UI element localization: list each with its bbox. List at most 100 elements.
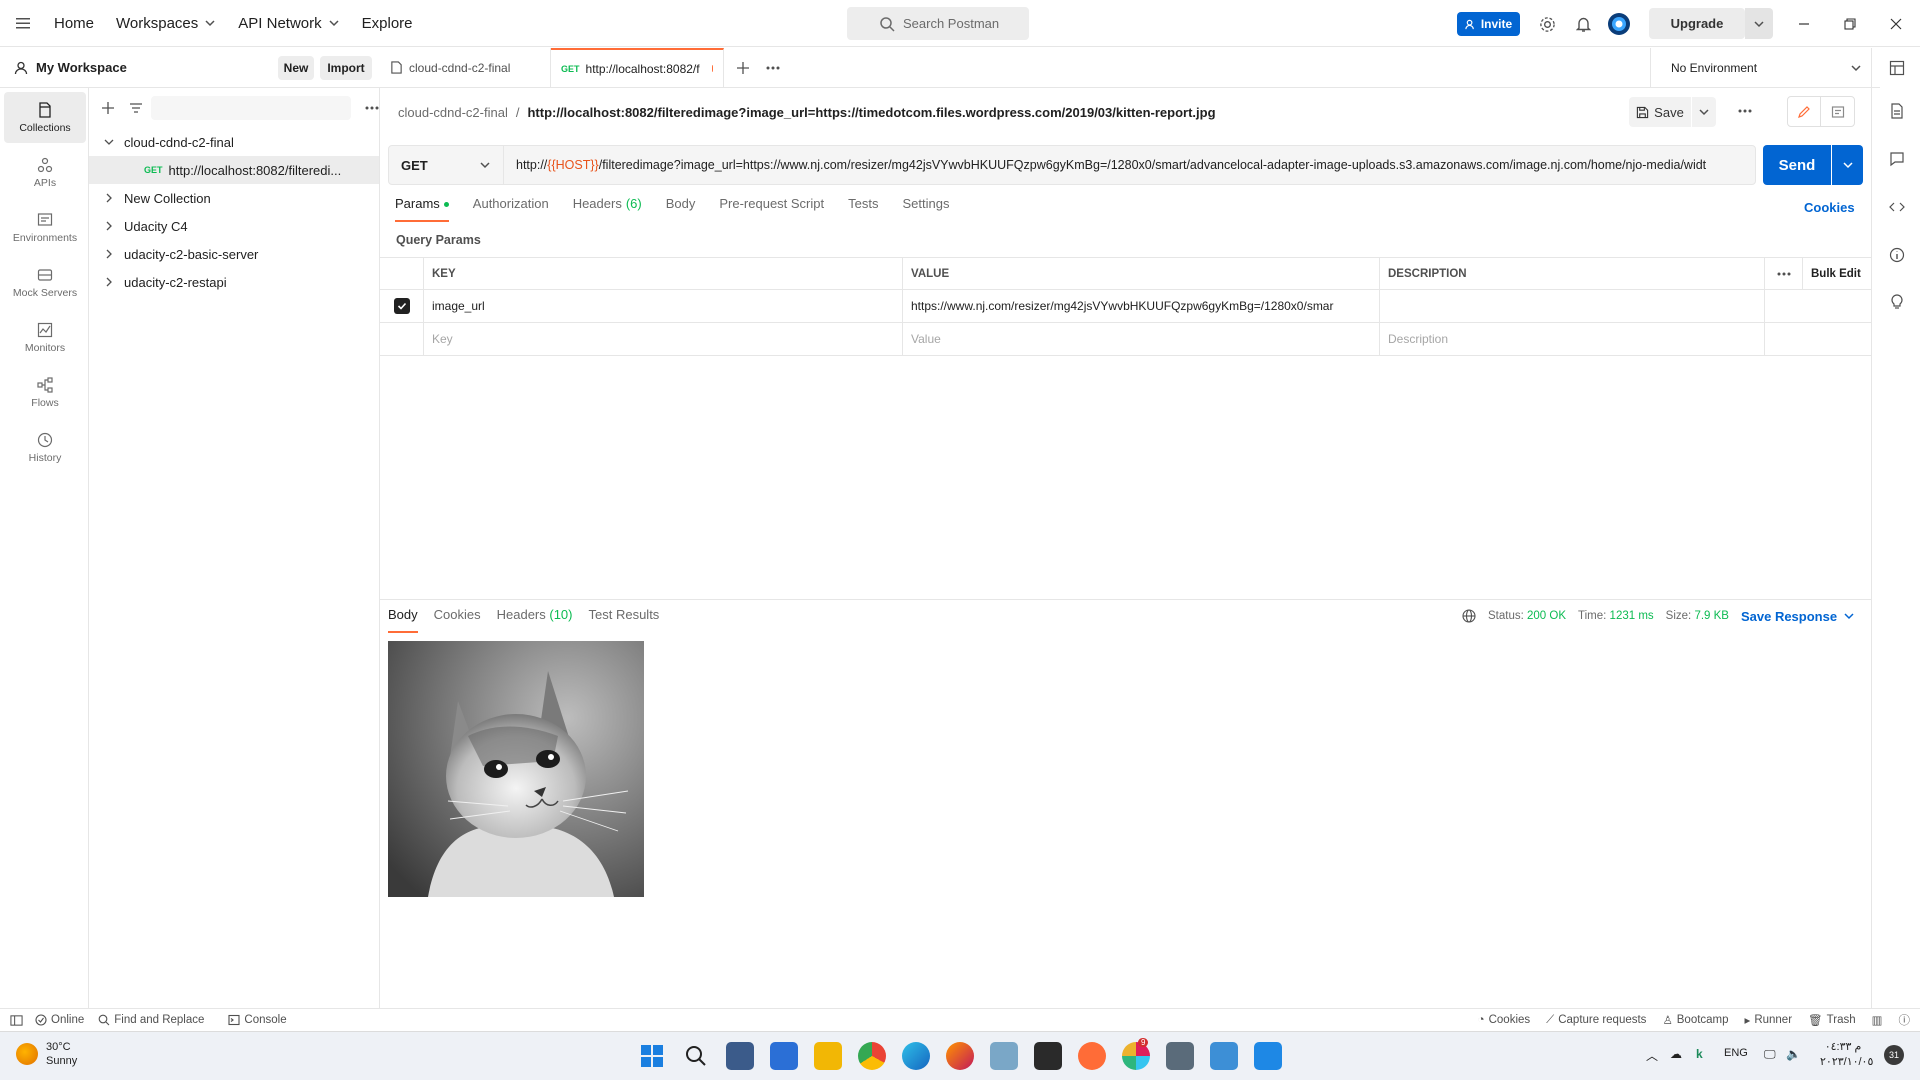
size-readout[interactable]: Size: 7.9 KB xyxy=(1666,610,1729,622)
sidebar-item-flows[interactable]: Flows xyxy=(4,367,86,418)
new-tab-icon[interactable] xyxy=(724,48,762,87)
sidebar-item-collections[interactable]: Collections xyxy=(4,92,86,143)
nav-explore[interactable]: Explore xyxy=(362,15,413,32)
filter-icon[interactable] xyxy=(129,101,143,115)
start-icon[interactable] xyxy=(638,1042,666,1070)
weather-widget[interactable]: 30°C Sunny xyxy=(16,1040,77,1068)
new-button[interactable]: New xyxy=(278,56,314,80)
notepad-app-icon[interactable] xyxy=(1254,1042,1282,1070)
method-select[interactable]: GET xyxy=(389,146,504,184)
collection-filter-input[interactable] xyxy=(151,96,351,120)
import-button[interactable]: Import xyxy=(320,56,372,80)
bootcamp-button[interactable]: ♙ Bootcamp xyxy=(1662,1013,1728,1027)
k-app-tray-icon[interactable]: k xyxy=(1696,1047,1703,1061)
sidebar-item-history[interactable]: History xyxy=(4,422,86,473)
capture-requests-button[interactable]: ⟋ Capture requests xyxy=(1546,1014,1646,1027)
code-icon[interactable] xyxy=(1889,199,1905,215)
search-input[interactable]: Search Postman xyxy=(847,7,1029,40)
tab-options-icon[interactable] xyxy=(762,48,784,87)
status-readout[interactable]: Status: 200 OK xyxy=(1488,610,1566,622)
notification-center-badge[interactable]: 31 xyxy=(1884,1045,1904,1065)
tab-response-headers[interactable]: Headers (10) xyxy=(497,607,573,633)
runner-button[interactable]: ▸ Runner xyxy=(1745,1013,1793,1027)
collection-item[interactable]: cloud-cdnd-c2-final xyxy=(89,128,379,156)
bulk-edit-button[interactable]: Bulk Edit xyxy=(1803,258,1872,289)
request-item[interactable]: GET http://localhost:8082/filteredi... xyxy=(89,156,379,184)
language-indicator[interactable]: ENG xyxy=(1724,1047,1748,1059)
pen-app-icon[interactable] xyxy=(1166,1042,1194,1070)
param-value-cell[interactable]: https://www.nj.com/resizer/mg42jsVYwvbHK… xyxy=(903,290,1380,322)
collection-item[interactable]: Udacity C4 xyxy=(89,212,379,240)
upgrade-dropdown[interactable] xyxy=(1745,8,1773,39)
new-description-input[interactable]: Description xyxy=(1380,323,1765,355)
sidebar-item-monitors[interactable]: Monitors xyxy=(4,312,86,363)
onedrive-icon[interactable]: ☁ xyxy=(1670,1047,1682,1061)
toggle-sidebar-icon[interactable] xyxy=(10,1014,23,1027)
store-app-icon[interactable] xyxy=(770,1042,798,1070)
param-key-cell[interactable]: image_url xyxy=(424,290,903,322)
two-pane-icon[interactable]: ▥ xyxy=(1872,1013,1883,1027)
breadcrumb-collection-link[interactable]: cloud-cdnd-c2-final xyxy=(398,105,508,120)
request-title[interactable]: http://localhost:8082/filteredimage?imag… xyxy=(527,105,1215,120)
restore-icon[interactable] xyxy=(1838,12,1862,36)
tab-response-cookies[interactable]: Cookies xyxy=(434,607,481,633)
url-input[interactable]: http://{{HOST}}/filteredimage?image_url=… xyxy=(504,158,1744,172)
collection-item[interactable]: udacity-c2-restapi xyxy=(89,268,379,296)
tab-test-results[interactable]: Test Results xyxy=(589,607,660,633)
close-icon[interactable] xyxy=(1884,12,1908,36)
sidebar-item-environments[interactable]: Environments xyxy=(4,202,86,253)
tab-settings[interactable]: Settings xyxy=(902,196,949,222)
search-icon[interactable] xyxy=(682,1042,710,1070)
send-button[interactable]: Send xyxy=(1763,145,1831,185)
slack-icon[interactable]: 9 xyxy=(1122,1038,1150,1070)
nav-home[interactable]: Home xyxy=(54,15,94,32)
comment-view-icon[interactable] xyxy=(1821,97,1854,126)
upgrade-button[interactable]: Upgrade xyxy=(1649,8,1745,39)
file-explorer-icon[interactable] xyxy=(814,1042,842,1070)
clock[interactable]: م ٠٤:٣٣ ٢٠٢٣/١٠/٠٥ xyxy=(1820,1040,1873,1070)
new-value-input[interactable]: Value xyxy=(903,323,1380,355)
volume-icon[interactable]: 🔈 xyxy=(1786,1047,1801,1061)
vscode-app-icon[interactable] xyxy=(990,1042,1018,1070)
tab-params[interactable]: Params xyxy=(395,196,449,222)
time-readout[interactable]: Time: 1231 ms xyxy=(1578,610,1654,622)
add-icon[interactable] xyxy=(101,101,115,115)
param-enabled-checkbox[interactable] xyxy=(393,298,410,314)
comments-icon[interactable] xyxy=(1889,151,1905,167)
table-options-icon[interactable] xyxy=(1765,258,1803,289)
invite-button[interactable]: Invite xyxy=(1457,12,1520,36)
tab-tests[interactable]: Tests xyxy=(848,196,878,222)
tray-chevron-icon[interactable]: ︿ xyxy=(1646,1047,1658,1064)
edge-icon[interactable] xyxy=(902,1042,930,1070)
collection-item[interactable]: udacity-c2-basic-server xyxy=(89,240,379,268)
tab-response-body[interactable]: Body xyxy=(388,607,418,633)
tab-authorization[interactable]: Authorization xyxy=(473,196,549,222)
param-description-cell[interactable] xyxy=(1380,290,1765,322)
avatar[interactable] xyxy=(1607,12,1631,36)
help-icon[interactable]: ⓘ xyxy=(1899,1012,1911,1028)
find-replace-button[interactable]: Find and Replace xyxy=(98,1014,204,1026)
send-dropdown[interactable] xyxy=(1832,145,1863,185)
nav-workspaces[interactable]: Workspaces xyxy=(116,15,216,32)
sidebar-item-apis[interactable]: APIs xyxy=(4,147,86,198)
save-dropdown[interactable] xyxy=(1692,97,1716,127)
save-response-button[interactable]: Save Response xyxy=(1741,609,1855,624)
tab-collection[interactable]: cloud-cdnd-c2-final xyxy=(380,48,551,87)
lightbulb-icon[interactable] xyxy=(1889,293,1905,309)
request-options-icon[interactable] xyxy=(1738,109,1752,113)
sidebar-item-mock-servers[interactable]: Mock Servers xyxy=(4,257,86,308)
postman-app-icon[interactable] xyxy=(1078,1042,1106,1070)
tab-prerequest-script[interactable]: Pre-request Script xyxy=(719,196,824,222)
terminal-icon[interactable] xyxy=(1034,1042,1062,1070)
minimize-icon[interactable] xyxy=(1792,12,1816,36)
online-status[interactable]: Online xyxy=(35,1014,84,1026)
globe-icon[interactable] xyxy=(1462,609,1476,623)
new-key-input[interactable]: Key xyxy=(424,323,903,355)
cookies-button[interactable]: ◔ Cookies xyxy=(1478,1014,1531,1026)
console-button[interactable]: Console xyxy=(228,1014,287,1026)
tab-body[interactable]: Body xyxy=(666,196,696,222)
more-options-icon[interactable] xyxy=(365,106,379,110)
network-icon[interactable]: 🖵 xyxy=(1764,1047,1776,1062)
response-divider[interactable] xyxy=(380,599,1872,600)
settings-icon[interactable] xyxy=(1535,12,1559,36)
